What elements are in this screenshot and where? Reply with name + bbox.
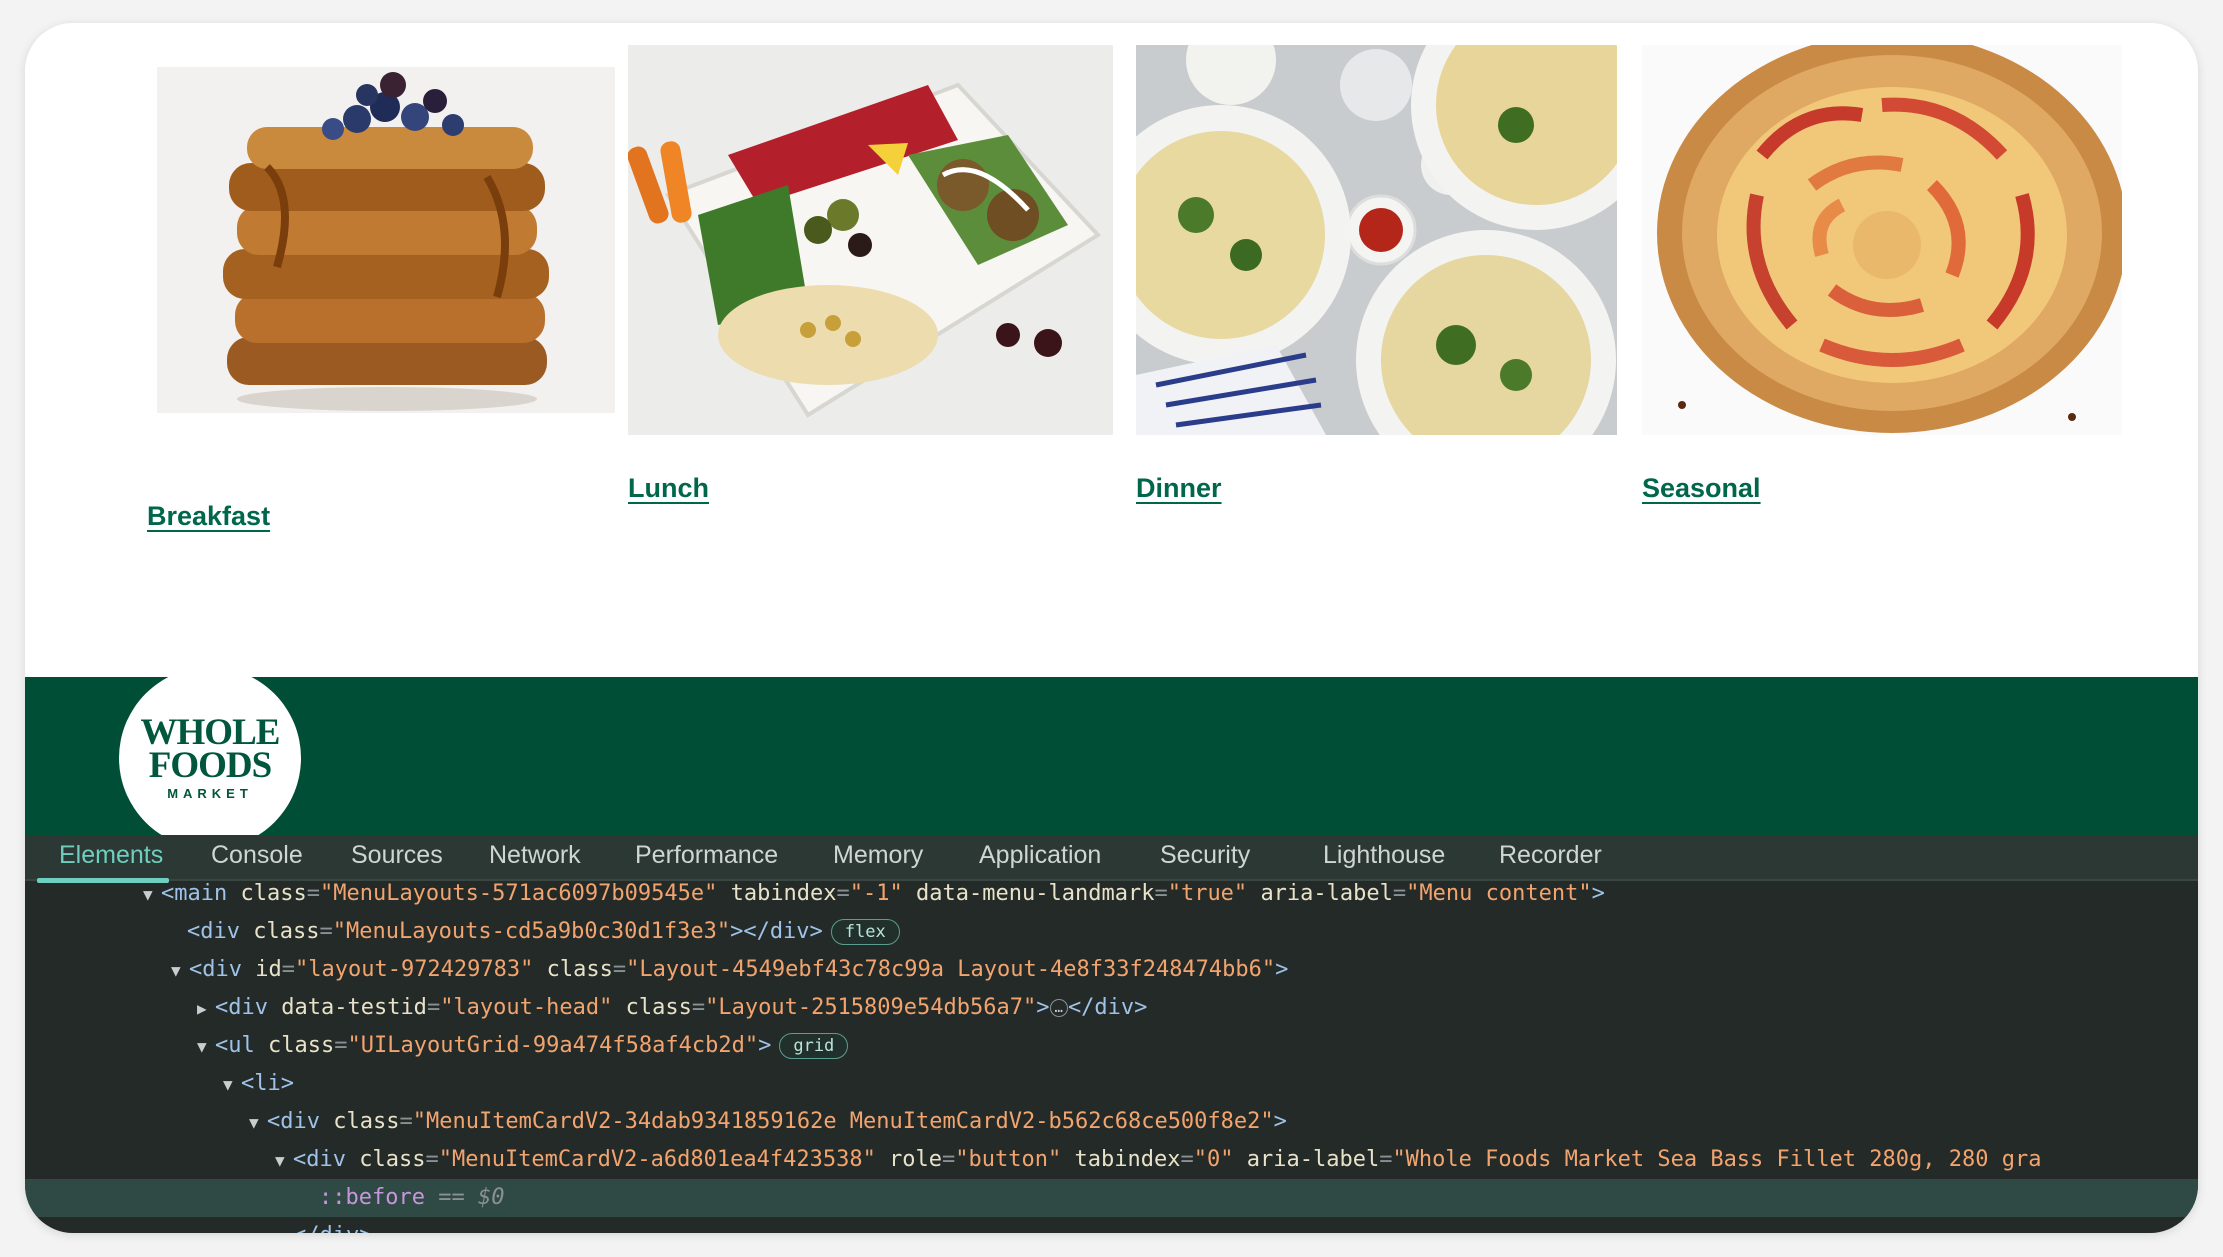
attr-value: "Whole Foods Market Sea Bass Fillet 280g… bbox=[1392, 1147, 2042, 1172]
attr-value: "MenuLayouts-571ac6097b09545e" bbox=[319, 881, 718, 906]
attr-value: "-1" bbox=[849, 881, 903, 906]
dom-node-div[interactable]: <div class="MenuLayouts-cd5a9b0c30d1f3e3… bbox=[25, 913, 2198, 951]
tag-name: <div bbox=[267, 1109, 320, 1134]
menu-category-section: Breakfast Lunch Dinner Seasonal bbox=[25, 23, 2198, 677]
attr-value: "Layout-4549ebf43c78c99a Layout-4e8f33f2… bbox=[626, 957, 1276, 982]
seasonal-link[interactable]: Seasonal bbox=[1642, 473, 1761, 504]
collapse-triangle-icon[interactable]: ▶ bbox=[197, 990, 215, 1028]
attr-name: class bbox=[546, 957, 613, 982]
attr-name: data-menu-landmark bbox=[916, 881, 1155, 906]
tab-application[interactable]: Application bbox=[979, 841, 1101, 870]
attr-value: "UILayoutGrid-99a474f58af4cb2d" bbox=[347, 1033, 759, 1058]
logo-line-market: MARKET bbox=[167, 785, 253, 801]
attr-value: "0" bbox=[1193, 1147, 1234, 1172]
ellipsis-button[interactable]: … bbox=[1049, 999, 1068, 1017]
tag-name: <main bbox=[161, 881, 228, 906]
selected-node-indicator: == $0 bbox=[438, 1185, 505, 1210]
attr-value: "Layout-2515809e54db56a7" bbox=[705, 995, 1037, 1020]
attr-name: tabindex bbox=[730, 881, 837, 906]
attr-name: role bbox=[889, 1147, 943, 1172]
expand-triangle-icon[interactable]: ▼ bbox=[275, 1142, 293, 1180]
dom-node-layout[interactable]: ▼ <div id="layout-972429783" class="Layou… bbox=[25, 951, 2198, 989]
dom-node-li[interactable]: ▼ <li> bbox=[25, 1065, 2198, 1103]
seasonal-image[interactable] bbox=[1642, 45, 2122, 435]
attr-value: "MenuItemCardV2-34dab9341859162e MenuIte… bbox=[412, 1109, 1274, 1134]
attr-name: aria-label bbox=[1260, 881, 1393, 906]
tab-elements[interactable]: Elements bbox=[59, 841, 163, 870]
attr-name: aria-label bbox=[1246, 1147, 1380, 1172]
dom-node-main[interactable]: ▼ <main class="MenuLayouts-571ac6097b0954… bbox=[25, 875, 2198, 913]
attr-name: class bbox=[253, 919, 320, 944]
attr-name: data-testid bbox=[281, 995, 427, 1020]
expand-triangle-icon[interactable]: ▼ bbox=[143, 876, 161, 914]
tag-name: <ul bbox=[215, 1033, 255, 1058]
attr-name: tabindex bbox=[1074, 1147, 1181, 1172]
attr-value: "layout-head" bbox=[440, 995, 613, 1020]
tab-recorder[interactable]: Recorder bbox=[1499, 841, 1602, 870]
flex-badge[interactable]: flex bbox=[830, 919, 900, 945]
pseudo-element: ::before bbox=[319, 1185, 425, 1210]
expand-triangle-icon[interactable]: ▼ bbox=[223, 1066, 241, 1104]
closing-tag: </div> bbox=[1067, 995, 1148, 1020]
dom-node-layout-head[interactable]: ▶ <div data-testid="layout-head" class="L… bbox=[25, 989, 2198, 1027]
logo-line-whole: WHOLE bbox=[140, 711, 281, 753]
attr-name: class bbox=[268, 1033, 335, 1058]
tab-lighthouse[interactable]: Lighthouse bbox=[1323, 841, 1445, 870]
attr-value: "true" bbox=[1167, 881, 1248, 906]
dom-node-card[interactable]: ▼ <div class="MenuItemCardV2-34dab9341859… bbox=[25, 1103, 2198, 1141]
expand-triangle-icon[interactable]: ▼ bbox=[171, 952, 189, 990]
lunch-image[interactable] bbox=[628, 45, 1113, 435]
attr-value: "layout-972429783" bbox=[294, 957, 534, 982]
logo-line-foods: FOODS bbox=[148, 744, 272, 786]
devtools-panel: WHOLE FOODS MARKET Elements Console Sour… bbox=[25, 667, 2198, 1233]
attr-name: class bbox=[359, 1147, 426, 1172]
expand-triangle-icon[interactable]: ▼ bbox=[197, 1028, 215, 1066]
tab-console[interactable]: Console bbox=[211, 841, 303, 870]
breakfast-image[interactable] bbox=[157, 67, 615, 413]
dom-node-card-button[interactable]: ▼ <div class="MenuItemCardV2-a6d801ea4f42… bbox=[25, 1141, 2198, 1179]
dom-tree: ▼ <main class="MenuLayouts-571ac6097b0954… bbox=[25, 881, 2198, 1233]
attr-value: "Menu content" bbox=[1406, 881, 1592, 906]
attr-name: class bbox=[625, 995, 692, 1020]
tag-name: <div bbox=[187, 919, 240, 944]
dinner-image[interactable] bbox=[1136, 45, 1617, 435]
tag-name: <div bbox=[293, 1147, 346, 1172]
closing-tag: </div> bbox=[293, 1223, 372, 1233]
whole-foods-logo[interactable]: WHOLE FOODS MARKET bbox=[119, 667, 301, 849]
grid-badge[interactable]: grid bbox=[779, 1033, 849, 1059]
tag-name: <li> bbox=[241, 1071, 294, 1096]
tab-network[interactable]: Network bbox=[489, 841, 581, 870]
brand-bar bbox=[25, 677, 2198, 835]
dom-node-before-selected[interactable]: ::before == $0 bbox=[25, 1179, 2198, 1217]
tag-name: <div bbox=[189, 957, 242, 982]
breakfast-link[interactable]: Breakfast bbox=[147, 501, 270, 532]
attr-value: "MenuItemCardV2-a6d801ea4f423538" bbox=[438, 1147, 876, 1172]
dom-node-ul[interactable]: ▼ <ul class="UILayoutGrid-99a474f58af4cb2… bbox=[25, 1027, 2198, 1065]
attr-name: class bbox=[333, 1109, 400, 1134]
tag-name: <div bbox=[215, 995, 268, 1020]
attr-value: "MenuLayouts-cd5a9b0c30d1f3e3" bbox=[332, 919, 731, 944]
tab-performance[interactable]: Performance bbox=[635, 841, 778, 870]
tab-sources[interactable]: Sources bbox=[351, 841, 443, 870]
dinner-link[interactable]: Dinner bbox=[1136, 473, 1222, 504]
browser-window: Breakfast Lunch Dinner Seasonal WHOLE FO… bbox=[25, 23, 2198, 1233]
attr-name: id bbox=[255, 957, 282, 982]
tab-memory[interactable]: Memory bbox=[833, 841, 923, 870]
dom-node-closing-div[interactable]: </div> bbox=[25, 1217, 2198, 1233]
lunch-link[interactable]: Lunch bbox=[628, 473, 709, 504]
attr-value: "button" bbox=[955, 1147, 1062, 1172]
closing-tag: ></div> bbox=[730, 919, 823, 944]
attr-name: class bbox=[240, 881, 307, 906]
tab-security[interactable]: Security bbox=[1160, 841, 1250, 870]
expand-triangle-icon[interactable]: ▼ bbox=[249, 1104, 267, 1142]
